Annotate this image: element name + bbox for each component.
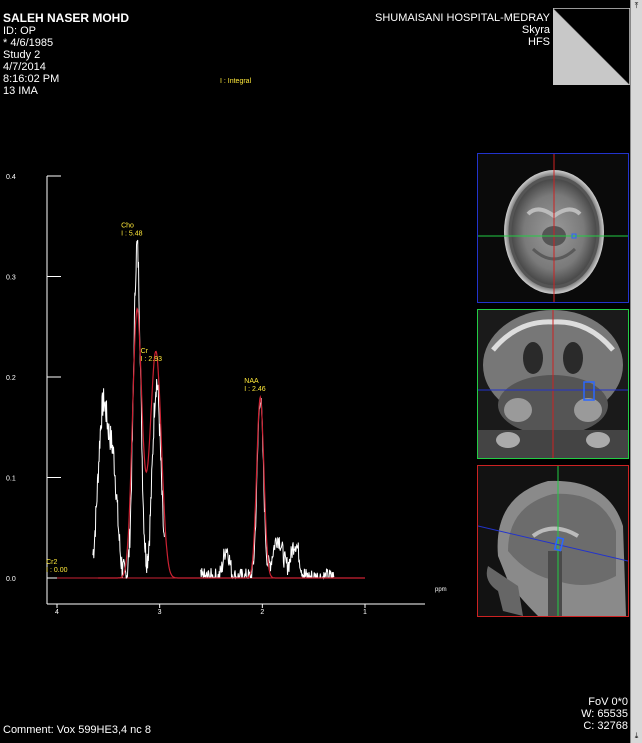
y-tick-label: 0.0 [6, 576, 16, 583]
x-tick-label: 1 [363, 609, 367, 616]
study-date: 4/7/2014 [3, 61, 46, 73]
x-tick-label: 4 [55, 609, 59, 616]
peak-integral-label: I : 2.93 [141, 356, 163, 363]
patient-position: HFS [528, 36, 550, 48]
peak-name-label: Cr [141, 348, 149, 355]
patient-id: ID: OP [3, 25, 37, 37]
y-tick-label: 0.3 [6, 275, 16, 282]
y-tick-label: 0.4 [6, 174, 16, 181]
window-center: C: 32768 [583, 720, 628, 732]
y-tick-label: 0.1 [6, 476, 16, 483]
peak-name-label: NAA [244, 378, 259, 385]
peak-integral-label: I : 5.48 [121, 230, 143, 237]
patient-info: SALEH NASER MOHD ID: OP * 4/6/1985 Study… [3, 11, 130, 98]
peak-integral-label: I : 0.00 [46, 567, 68, 574]
study-time: 8:16:02 PM [3, 73, 60, 85]
coronal-localizer[interactable] [477, 309, 629, 459]
patient-name: SALEH NASER MOHD [3, 11, 130, 25]
fit-line [98, 307, 365, 579]
spectrum-chart: 0.40.30.20.10.04 3 2 1ppm ChoI : 5.48CrI : … [6, 174, 447, 616]
window-width: W: 65535 [581, 708, 628, 720]
vertical-scrollbar[interactable]: ⤒ ⤓ [630, 0, 642, 743]
corner-fold-icon [553, 8, 630, 85]
x-tick-label: 3 [158, 609, 162, 616]
chart-curves [57, 239, 365, 580]
sagittal-brain-image [478, 466, 628, 616]
scroll-top-icon[interactable]: ⤒ [632, 1, 641, 10]
institution-info: SHUMAISANI HOSPITAL-MEDRAY Skyra HFS [375, 12, 550, 48]
coronal-brain-image [478, 310, 628, 458]
voxel-comment: Comment: Vox 599HE3,4 nc 8 [3, 724, 151, 736]
institution-name: SHUMAISANI HOSPITAL-MEDRAY [374, 12, 550, 24]
patient-dob: * 4/6/1985 [3, 37, 54, 49]
sagittal-localizer[interactable] [477, 465, 629, 617]
x-axis-label: ppm [435, 587, 447, 593]
x-tick-label: 2 [260, 609, 264, 616]
study-label: Study 2 [3, 49, 41, 61]
axial-brain-image [478, 154, 628, 302]
window-info: FoV 0*0 W: 65535 C: 32768 [581, 696, 628, 732]
peak-name-label: Cr2 [46, 559, 57, 566]
axial-localizer[interactable] [477, 153, 629, 303]
peak-name-label: Cho [121, 222, 134, 229]
integral-legend: I : Integral [220, 78, 252, 85]
scroll-bottom-icon[interactable]: ⤓ [632, 731, 641, 740]
y-tick-label: 0.2 [6, 375, 16, 382]
scanner-model: Skyra [521, 24, 550, 36]
image-count: 13 IMA [3, 85, 38, 97]
fov-value: FoV 0*0 [588, 696, 628, 708]
peak-integral-label: I : 2.46 [244, 386, 266, 393]
